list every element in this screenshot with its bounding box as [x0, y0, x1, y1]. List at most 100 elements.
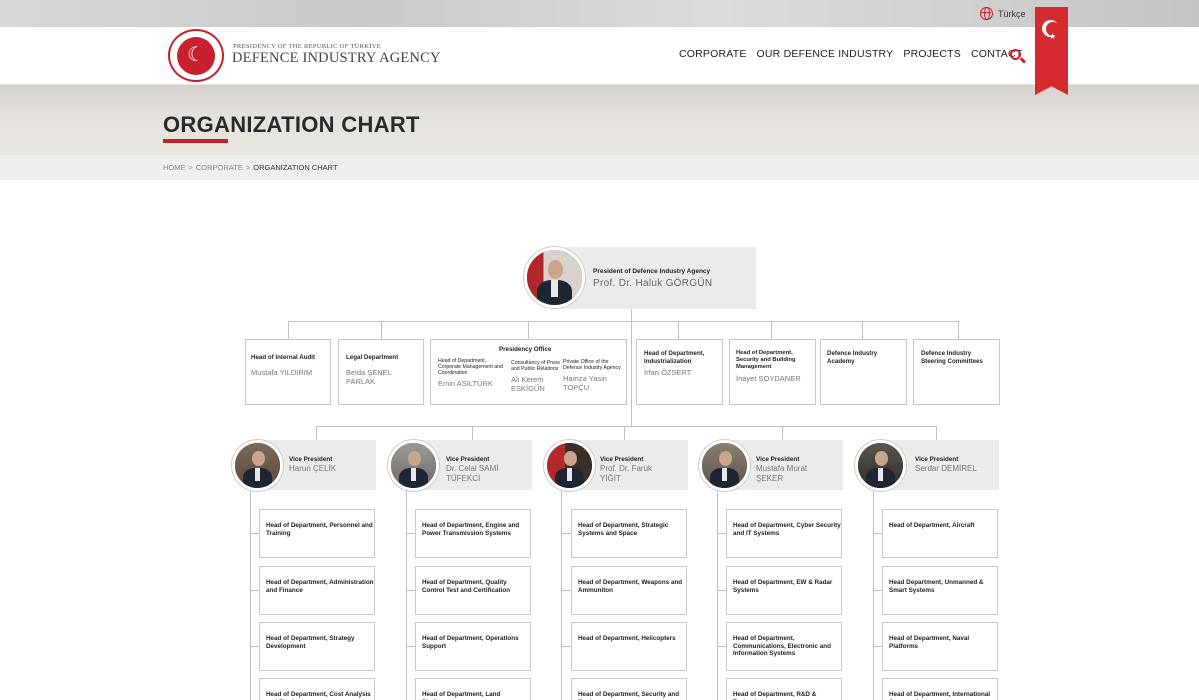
presidency-sub-1[interactable]: Head of Department, Corporate Management… — [438, 358, 506, 388]
department-title: Head of Department, Administration and F… — [266, 579, 374, 594]
unit-title: Legal Department — [346, 354, 399, 361]
top-strip: Türkçe — [0, 0, 1199, 27]
unit-title: Head of Department, Security and Buildin… — [736, 350, 796, 370]
sub-title: Head of Department, Corporate Management… — [438, 358, 503, 376]
department-box[interactable]: Head of Department, Naval Platforms — [882, 622, 998, 671]
department-box[interactable]: Head of Department, Weapons and Ammunito… — [571, 566, 687, 615]
unit-title: Defence Industry Academy — [827, 350, 878, 365]
department-title: Head of Department, Land Platforms — [422, 691, 501, 700]
title-underline — [163, 139, 228, 143]
department-title: Head of Department, Cost Analysis and Pl… — [266, 691, 371, 700]
vp-title: Vice President — [446, 456, 490, 463]
vp-avatar[interactable] — [232, 440, 283, 491]
department-box[interactable]: Head of Department, Land Platforms — [415, 678, 531, 700]
vp-avatar[interactable] — [544, 440, 595, 491]
department-title: Head of Department, Quality Control Test… — [422, 579, 511, 594]
unit-security[interactable]: Head of Department, Security and Buildin… — [729, 339, 816, 405]
presidency-sub-3[interactable]: Private Office of the Defence Industry A… — [563, 359, 625, 392]
vp-name: Dr. Celal SAMİ TÜFEKCİ — [446, 464, 499, 483]
department-box[interactable]: Head of Department, Helicopters — [571, 622, 687, 671]
page-title: ORGANIZATION CHART — [163, 112, 420, 137]
department-box[interactable]: Head of Department, Cost Analysis and Pl… — [259, 678, 375, 700]
department-title: Head of Department, International Cooper… — [889, 691, 991, 700]
department-box[interactable]: Head of Department, Personnel and Traini… — [259, 509, 375, 558]
department-title: Head Department, Unmanned & Smart System… — [889, 579, 984, 594]
unit-title: Defence Industry Steering Committees — [921, 350, 983, 365]
department-box[interactable]: Head of Department, Quality Control Test… — [415, 566, 531, 615]
department-box[interactable]: Head of Department, Operations Support — [415, 622, 531, 671]
department-title: Head of Department, Aircraft — [889, 522, 975, 529]
logo-title[interactable]: DEFENCE INDUSTRY AGENCY — [232, 50, 441, 67]
language-switcher[interactable]: Türkçe — [980, 7, 1026, 20]
presidency-sub-2[interactable]: Consultancy of Press and Public Relation… — [511, 360, 561, 393]
main-nav: CORPORATE OUR DEFENCE INDUSTRY PROJECTS … — [679, 48, 1022, 60]
language-label[interactable]: Türkçe — [998, 9, 1026, 19]
vp-name: Mustafa Murat ŞEKER — [756, 464, 808, 483]
unit-title: Head of Internal Audit — [251, 354, 316, 361]
president-title: President of Defence Industry Agency — [593, 268, 711, 275]
department-title: Head of Department, Personnel and Traini… — [266, 522, 373, 537]
department-title: Head of Department, Weapons and Ammunito… — [578, 579, 683, 594]
vp-title: Vice President — [756, 456, 800, 463]
department-box[interactable]: Head Department, Unmanned & Smart System… — [882, 566, 998, 615]
department-box[interactable]: Head of Department, Administration and F… — [259, 566, 375, 615]
department-title: Head of Department, Security and Equipme… — [578, 691, 680, 700]
unit-presidency-office[interactable]: Presidency Office Head of Department, Co… — [430, 339, 627, 405]
department-box[interactable]: Head of Department, Security and Equipme… — [571, 678, 687, 700]
search-icon[interactable] — [1010, 49, 1021, 60]
page-banner: ORGANIZATION CHART — [0, 85, 1199, 155]
breadcrumb-corporate[interactable]: CORPORATE — [196, 163, 243, 172]
department-box[interactable]: Head of Department, R&D & Technology — [726, 678, 842, 700]
department-title: Head of Department, Naval Platforms — [889, 635, 970, 650]
sub-title: Private Office of the Defence Industry A… — [563, 359, 621, 371]
department-box[interactable]: Head of Department, Communications, Elec… — [726, 622, 842, 671]
vp-name: Harun ÇELİK — [289, 464, 337, 473]
nav-our-defence-industry[interactable]: OUR DEFENCE INDUSTRY — [757, 48, 894, 60]
department-box[interactable]: Head of Department, Cyber Security and I… — [726, 509, 842, 558]
sub-name: Emin ASILTÜRK — [438, 379, 493, 388]
president-box[interactable]: President of Defence Industry Agency Pro… — [560, 247, 756, 309]
breadcrumb-separator: > — [188, 163, 193, 172]
vp-avatar[interactable] — [388, 440, 439, 491]
department-box[interactable]: Head of Department, Strategy Development — [259, 622, 375, 671]
department-title: Head of Department, EW & Radar Systems — [733, 579, 833, 594]
unit-name: İrfan ÖZSERT — [644, 368, 692, 377]
logo-seal-icon[interactable] — [168, 29, 224, 82]
department-box[interactable]: Head of Department, Aircraft — [882, 509, 998, 558]
globe-icon — [980, 7, 993, 20]
sub-name: Hamza Yasin TOPÇU — [563, 374, 607, 392]
unit-name: İnayet SOYDANER — [736, 374, 801, 383]
breadcrumb-home[interactable]: HOME — [163, 163, 186, 172]
sub-title: Consultancy of Press and Public Relation… — [511, 360, 561, 372]
star-icon: ★ — [1049, 32, 1057, 41]
nav-corporate[interactable]: CORPORATE — [679, 48, 747, 60]
vp-name: Prof. Dr. Faruk YİĞİT — [600, 464, 653, 483]
department-box[interactable]: Head of Department, EW & Radar Systems — [726, 566, 842, 615]
unit-academy[interactable]: Defence Industry Academy — [820, 339, 907, 405]
sub-name: Ali Kerem ESKİGÜN — [511, 375, 545, 393]
department-box[interactable]: Head of Department, International Cooper… — [882, 678, 998, 700]
vp-title: Vice President — [289, 456, 333, 463]
site-header: PRESIDENCY OF THE REPUBLIC OF TÜRKİYE DE… — [0, 27, 1199, 85]
president-avatar[interactable] — [524, 247, 585, 308]
vp-avatar[interactable] — [855, 440, 906, 491]
vp-title: Vice President — [915, 456, 959, 463]
unit-internal-audit[interactable]: Head of Internal Audit Mustafa YILDIRIM — [245, 339, 331, 405]
unit-legal[interactable]: Legal Department Belda ŞENEL PARLAK — [338, 339, 424, 405]
department-title: Head of Department, Communications, Elec… — [733, 635, 831, 658]
department-box[interactable]: Head of Department, Engine and Power Tra… — [415, 509, 531, 558]
unit-name: Belda ŞENEL PARLAK — [346, 367, 392, 386]
unit-steering[interactable]: Defence Industry Steering Committees — [913, 339, 1000, 405]
nav-projects[interactable]: PROJECTS — [903, 48, 961, 60]
department-title: Head of Department, Operations Support — [422, 635, 519, 650]
breadcrumb-current: ORGANIZATION CHART — [253, 163, 338, 172]
unit-industrialization[interactable]: Head of Department, Industrialization İr… — [636, 339, 723, 405]
department-box[interactable]: Head of Department, Strategic Systems an… — [571, 509, 687, 558]
unit-name: Mustafa YILDIRIM — [251, 367, 313, 377]
department-title: Head of Department, Cyber Security and I… — [733, 522, 841, 537]
logo-subtitle[interactable]: PRESIDENCY OF THE REPUBLIC OF TÜRKİYE — [233, 43, 381, 50]
unit-title: Presidency Office — [499, 346, 552, 353]
vp-name: Serdar DEMİREL — [915, 464, 977, 473]
vp-avatar[interactable] — [699, 440, 750, 491]
turkish-flag-ribbon: ★ — [1035, 7, 1068, 95]
